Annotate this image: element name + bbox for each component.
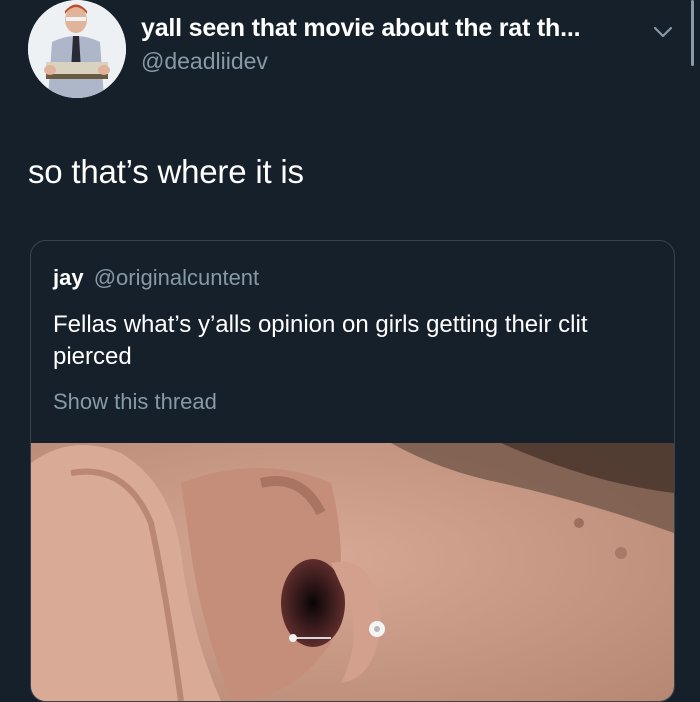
user-handle[interactable]: @deadliidev: [141, 48, 268, 75]
quoted-user-handle: @originalcuntent: [93, 265, 260, 290]
chevron-down-icon[interactable]: [648, 18, 678, 46]
quoted-tweet-text: Fellas what’s y’alls opinion on girls ge…: [53, 311, 588, 370]
display-name[interactable]: yall seen that movie about the rat th...: [141, 14, 581, 43]
avatar[interactable]: [28, 0, 126, 98]
quoted-tweet-photo[interactable]: [31, 443, 674, 701]
quoted-tweet-header: jay @originalcuntent: [53, 265, 259, 291]
quoted-tweet[interactable]: jay @originalcuntent Fellas what’s y’all…: [30, 240, 675, 702]
show-thread-link[interactable]: Show this thread: [53, 389, 217, 415]
tweet-text: so that’s where it is: [28, 153, 304, 190]
avatar-image: [28, 0, 126, 98]
scrollbar[interactable]: [691, 0, 694, 66]
quoted-display-name: jay: [53, 265, 84, 290]
ear-photo: [31, 443, 674, 701]
